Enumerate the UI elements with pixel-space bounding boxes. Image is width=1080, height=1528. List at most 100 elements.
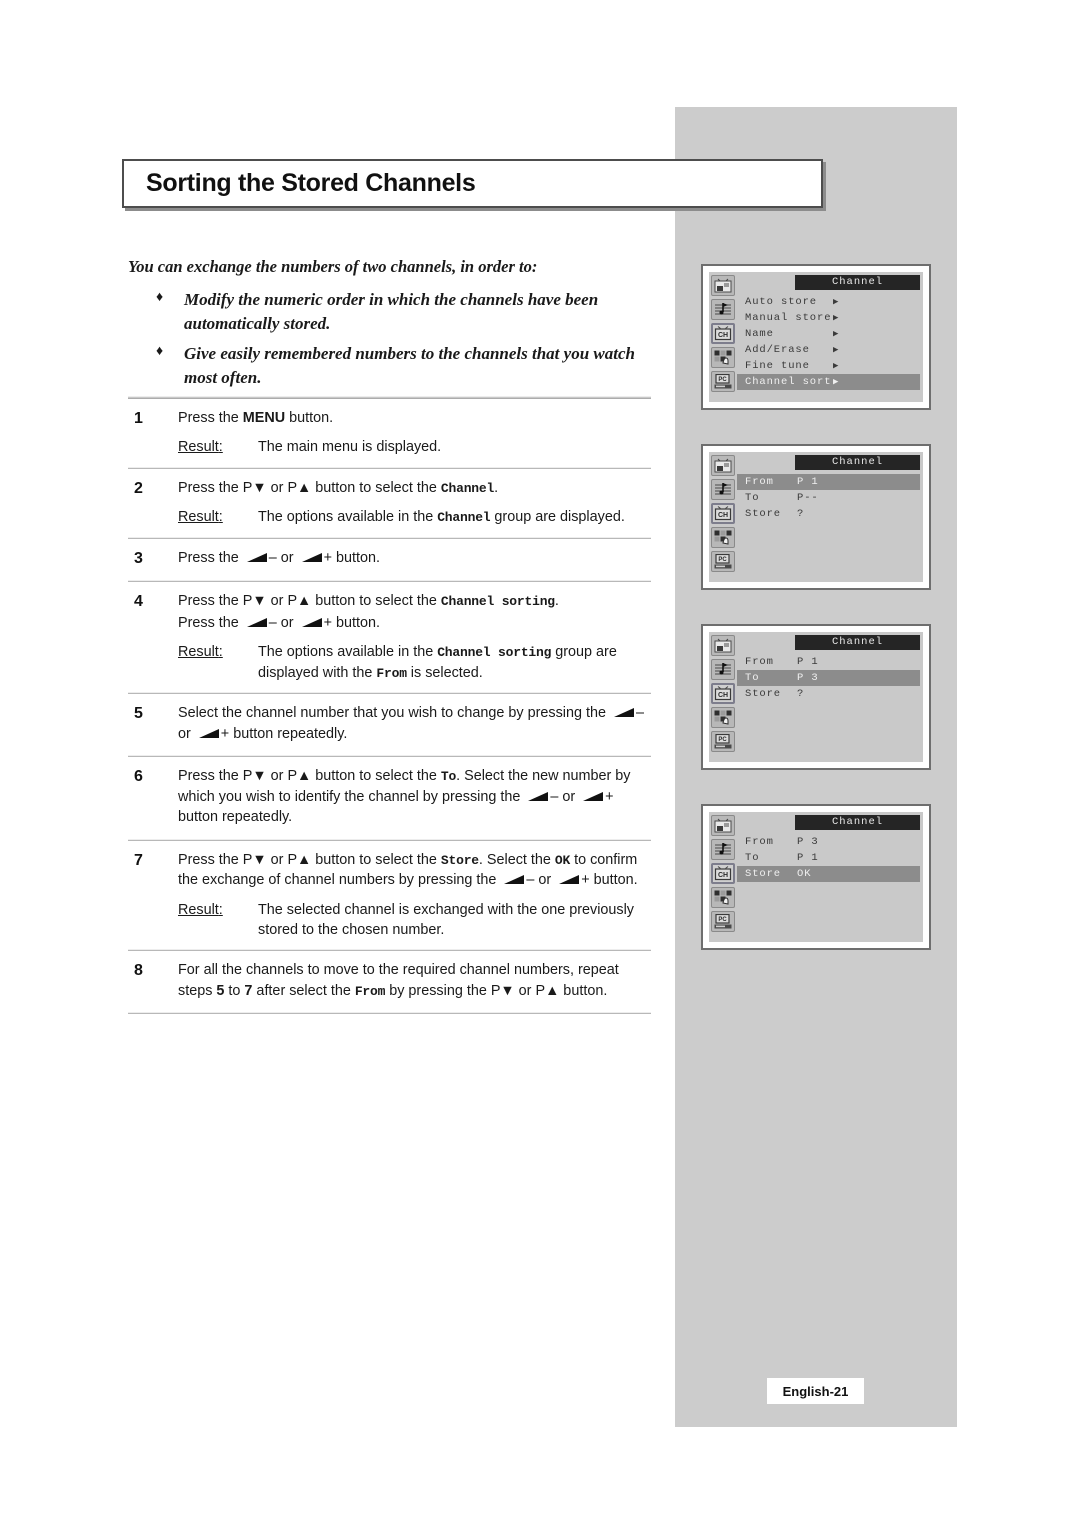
setup-icon[interactable] xyxy=(711,707,735,728)
osd-menu-item[interactable]: Auto store ▶ xyxy=(737,294,920,310)
osd-item-value: P 3 xyxy=(797,836,819,848)
channel-icon[interactable]: CH xyxy=(711,683,735,704)
osd-menu-item[interactable]: Store? xyxy=(737,506,920,522)
osd-item-value: ? xyxy=(797,508,805,520)
osd-menu-item[interactable]: Add/Erase ▶ xyxy=(737,342,920,358)
result-text: The main menu is displayed. xyxy=(258,439,442,456)
page-title-box: Sorting the Stored Channels xyxy=(122,159,823,208)
list-item: ♦ Modify the numeric order in which the … xyxy=(128,288,648,335)
step-text: Select the channel number that you wish … xyxy=(178,705,645,742)
sound-icon[interactable] xyxy=(711,659,735,680)
pc-icon[interactable]: PC xyxy=(711,911,735,932)
osd-menu-item[interactable]: Store OK xyxy=(737,866,920,882)
osd-menu-item[interactable]: From P 1 xyxy=(737,654,920,670)
osd-screenshot: CH PC Channel From P 1 To P-- Store? xyxy=(701,444,931,590)
step-number: 6 xyxy=(134,768,143,786)
step-row: 8 For all the channels to move to the req… xyxy=(128,951,651,1012)
osd-item-label: Fine tune xyxy=(745,360,810,372)
osd-item-label: To xyxy=(745,852,760,864)
osd-menu-item[interactable]: Fine tune ▶ xyxy=(737,358,920,374)
channel-icon[interactable]: CH xyxy=(711,863,735,884)
p-key-label: P▲ xyxy=(287,768,312,785)
osd-menu-item[interactable]: From P 1 xyxy=(737,474,920,490)
osd-item-value: P-- xyxy=(797,492,819,504)
sound-icon[interactable] xyxy=(711,839,735,860)
volume-wedge-icon xyxy=(503,874,525,885)
step-row: 4 Press the P▼ or P▲ button to select the… xyxy=(128,582,651,693)
result-label: Result xyxy=(178,642,258,683)
step-number: 8 xyxy=(134,962,143,980)
picture-icon[interactable] xyxy=(711,815,735,836)
picture-icon[interactable] xyxy=(711,275,735,296)
svg-text:PC: PC xyxy=(718,917,727,923)
osd-menu-item[interactable]: To P 1 xyxy=(737,850,920,866)
step-row: 6 Press the P▼ or P▲ button to select the… xyxy=(128,757,651,838)
step-text: For all the channels to move to the requ… xyxy=(178,962,619,999)
chevron-right-icon: ▶ xyxy=(833,361,840,371)
setup-icon[interactable] xyxy=(711,887,735,908)
p-key-label: P▲ xyxy=(287,479,312,496)
channel-icon[interactable]: CH xyxy=(711,323,735,344)
procedure-steps: 1Press the MENU button.ResultThe main me… xyxy=(128,396,651,1015)
osd-menu-item[interactable]: To P-- xyxy=(737,490,920,506)
page-footer: English-21 xyxy=(767,1378,864,1404)
volume-wedge-icon xyxy=(613,707,635,718)
osd-item-label: Add/Erase xyxy=(745,344,810,356)
step-body: For all the channels to move to the requ… xyxy=(178,960,651,1003)
picture-icon[interactable] xyxy=(711,455,735,476)
step-text: Press the P▼ or P▲ button to select the … xyxy=(178,768,631,826)
osd-menu-item[interactable]: To P 3 xyxy=(737,670,920,686)
step-body: Press the P▼ or P▲ button to select the … xyxy=(178,766,651,829)
p-key-label: P▼ xyxy=(242,768,267,785)
osd-icon-column: CH PC xyxy=(709,272,737,402)
svg-text:PC: PC xyxy=(718,377,727,383)
picture-icon[interactable] xyxy=(711,635,735,656)
osd-menu-item[interactable]: Store? xyxy=(737,686,920,702)
step-result: ResultThe selected channel is exchanged … xyxy=(178,900,651,941)
pc-icon[interactable]: PC xyxy=(711,731,735,752)
intro-bullet-list: ♦ Modify the numeric order in which the … xyxy=(128,288,648,389)
channel-icon[interactable]: CH xyxy=(711,503,735,524)
osd-item-value: P 1 xyxy=(797,852,819,864)
divider xyxy=(128,1012,651,1015)
volume-wedge-icon xyxy=(301,552,323,563)
osd-screen: CH PC Channel From P 1 To P-- Store? xyxy=(709,452,923,582)
volume-wedge-icon xyxy=(582,791,604,802)
osd-title: Channel xyxy=(795,275,920,290)
osd-screen: CH PC Channel Auto store ▶ Manual store ▶ Name ▶… xyxy=(709,272,923,402)
chevron-right-icon: ▶ xyxy=(833,297,840,307)
osd-main: Channel Auto store ▶ Manual store ▶ Name ▶ Add/… xyxy=(737,272,923,402)
osd-item-label: Store xyxy=(745,508,782,520)
page-title: Sorting the Stored Channels xyxy=(146,168,476,197)
osd-main: Channel From P 1 To P-- Store? xyxy=(737,452,923,582)
pc-icon[interactable]: PC xyxy=(711,551,735,572)
osd-term: Store xyxy=(440,852,479,868)
sound-icon[interactable] xyxy=(711,299,735,320)
volume-wedge-icon xyxy=(527,791,549,802)
osd-row-list: From P 1 To P-- Store? xyxy=(737,474,920,522)
osd-screen: CH PC Channel From P 3 To P 1 Store OK xyxy=(709,812,923,942)
result-label: Result xyxy=(178,900,258,941)
volume-wedge-icon xyxy=(301,617,323,628)
osd-menu-item[interactable]: From P 3 xyxy=(737,834,920,850)
sound-icon[interactable] xyxy=(711,479,735,500)
pc-icon[interactable]: PC xyxy=(711,371,735,392)
emphasis-text: 7 xyxy=(244,982,253,999)
osd-menu-item[interactable]: Manual store ▶ xyxy=(737,310,920,326)
step-result: ResultThe main menu is displayed. xyxy=(178,437,651,457)
svg-text:CH: CH xyxy=(718,692,728,699)
osd-menu-item[interactable]: Name ▶ xyxy=(737,326,920,342)
osd-item-value: ? xyxy=(797,688,805,700)
setup-icon[interactable] xyxy=(711,527,735,548)
osd-term: Channel sorting xyxy=(440,593,555,609)
p-key-label: P▼ xyxy=(242,592,267,609)
result-text: The selected channel is exchanged with t… xyxy=(258,901,634,938)
osd-item-label: From xyxy=(745,656,774,668)
setup-icon[interactable] xyxy=(711,347,735,368)
osd-term: Channel xyxy=(437,510,491,526)
chevron-right-icon: ▶ xyxy=(833,329,840,339)
p-key-label: P▲ xyxy=(535,982,560,999)
osd-menu-item[interactable]: Channel sort ▶ xyxy=(737,374,920,390)
osd-icon-column: CH PC xyxy=(709,812,737,942)
osd-screenshot: CH PC Channel Auto store ▶ Manual store ▶ Name ▶… xyxy=(701,264,931,410)
